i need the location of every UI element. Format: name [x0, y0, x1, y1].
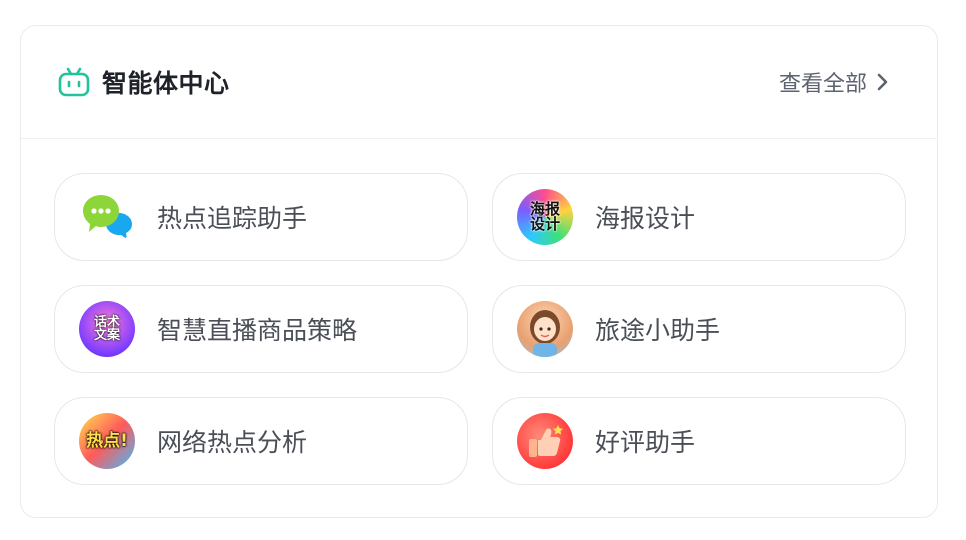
agent-center-card: 智能体中心 查看全部 热点追踪助手 海报设计 海报设计 话术文案 智慧直播商品策… [20, 25, 938, 518]
chevron-right-icon [877, 72, 893, 92]
agent-grid: 热点追踪助手 海报设计 海报设计 话术文案 智慧直播商品策略 旅途小助手 热点!… [54, 173, 906, 485]
agent-label: 热点追踪助手 [157, 204, 308, 233]
robot-tv-icon [56, 64, 92, 100]
view-all-link[interactable]: 查看全部 [779, 66, 893, 98]
chat-bubbles-icon [79, 189, 135, 245]
agent-label: 旅途小助手 [595, 316, 721, 345]
agent-item-good-review[interactable]: 好评助手 [492, 397, 906, 485]
card-header: 智能体中心 查看全部 [21, 26, 937, 139]
title-group: 智能体中心 [56, 64, 230, 100]
page-title: 智能体中心 [102, 69, 230, 98]
agent-label: 海报设计 [595, 204, 696, 233]
agent-item-poster-design[interactable]: 海报设计 海报设计 [492, 173, 906, 261]
agent-item-hot-tracking[interactable]: 热点追踪助手 [54, 173, 468, 261]
view-all-label: 查看全部 [778, 72, 867, 97]
agent-label: 网络热点分析 [157, 428, 308, 457]
live-script-avatar: 话术文案 [79, 301, 135, 357]
agent-label: 智慧直播商品策略 [157, 316, 358, 345]
agent-item-live-strategy[interactable]: 话术文案 智慧直播商品策略 [54, 285, 468, 373]
thumbs-up-avatar [517, 413, 573, 469]
agent-item-hot-analysis[interactable]: 热点! 网络热点分析 [54, 397, 468, 485]
agent-item-travel-assistant[interactable]: 旅途小助手 [492, 285, 906, 373]
agent-label: 好评助手 [595, 428, 696, 457]
travel-girl-avatar [517, 301, 573, 357]
hot-topic-avatar: 热点! [79, 413, 135, 469]
poster-design-avatar: 海报设计 [517, 189, 573, 245]
